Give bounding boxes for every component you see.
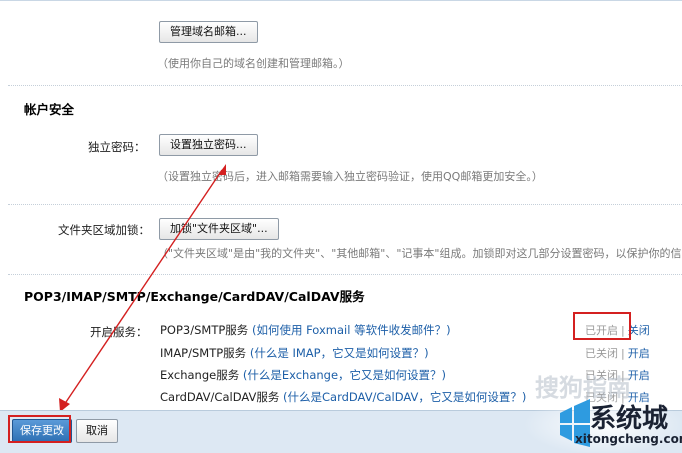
cancel-button[interactable]: 取消	[76, 419, 118, 443]
save-highlight-box	[8, 415, 71, 443]
watermark-brand: 系统城	[590, 404, 669, 434]
watermark-url: xitongcheng.com	[575, 432, 682, 446]
mail-settings-page: 管理域名邮箱... （使用你自己的域名创建和管理邮箱。） 帐户安全 独立密码： …	[0, 0, 682, 453]
